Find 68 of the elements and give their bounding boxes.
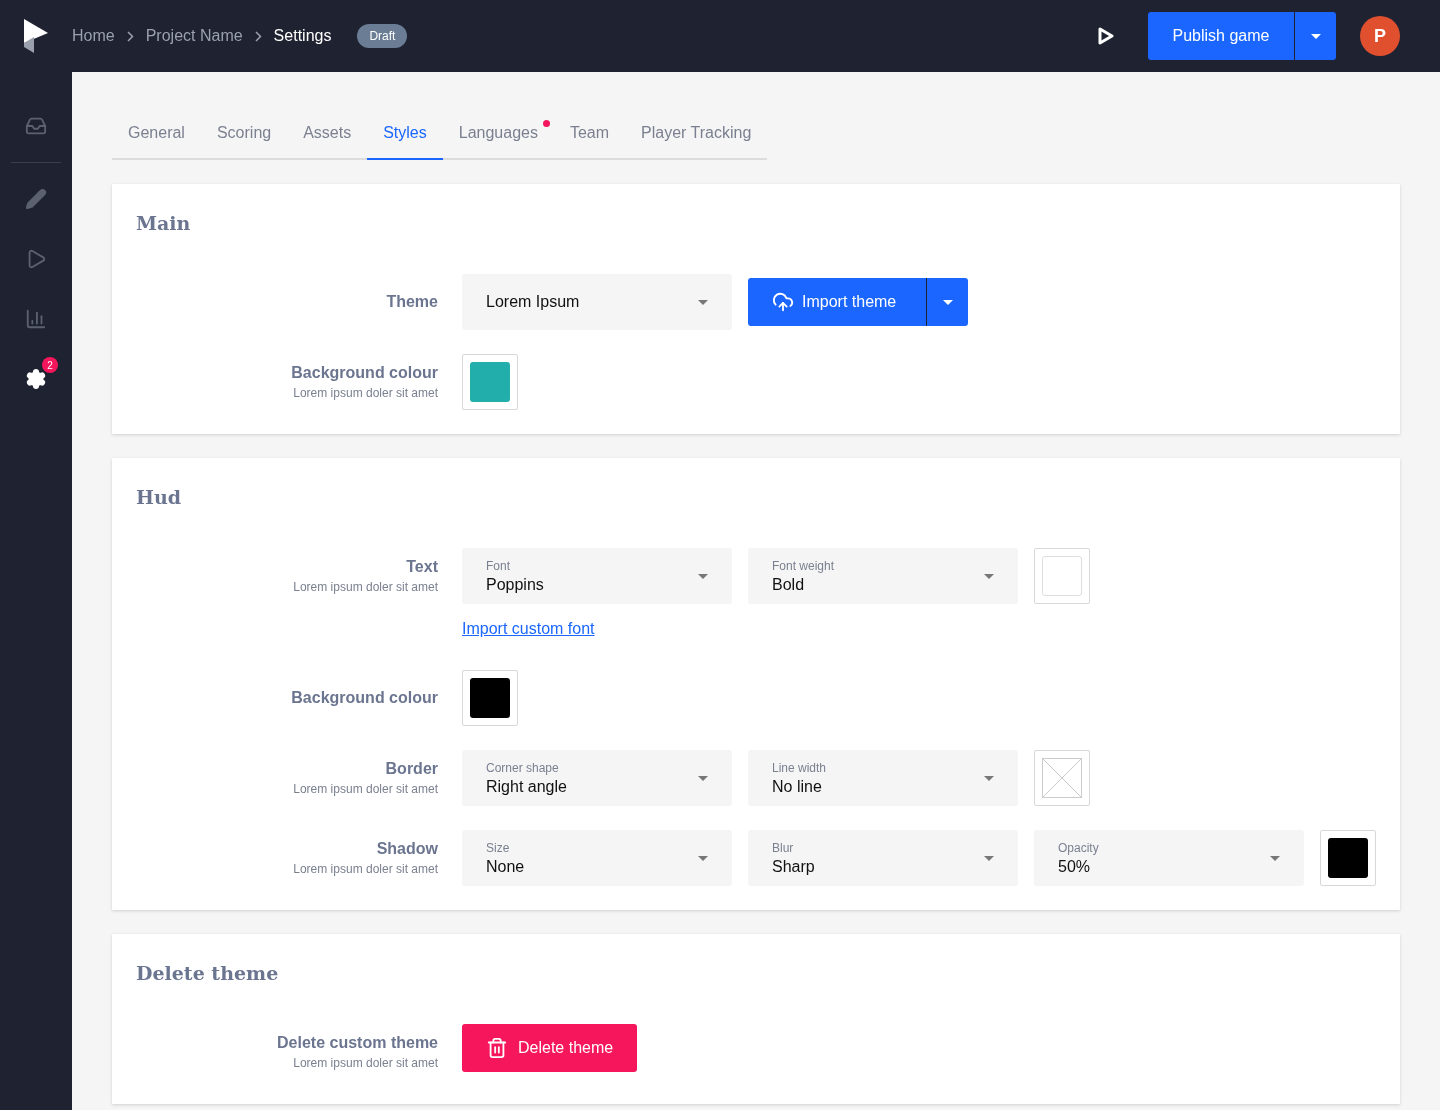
field-hint: Lorem ipsum doler sit amet bbox=[293, 1056, 438, 1070]
status-badge: Draft bbox=[357, 24, 408, 48]
settings-tab[interactable]: Styles bbox=[367, 110, 443, 160]
caret-icon bbox=[698, 573, 708, 579]
cloud-upload-icon bbox=[772, 291, 794, 313]
field-label: Background colour bbox=[291, 364, 438, 382]
field-hint: Lorem ipsum doler sit amet bbox=[293, 386, 438, 400]
dropdown-toggle-button[interactable] bbox=[1294, 12, 1336, 60]
caret-icon bbox=[942, 299, 953, 305]
dropdown-field[interactable]: Line width No line bbox=[748, 750, 1018, 806]
delete-button[interactable]: Delete theme bbox=[462, 1024, 638, 1072]
caret-icon bbox=[698, 855, 708, 861]
dropdown-field[interactable]: Lorem Ipsum bbox=[462, 274, 732, 330]
field-hint: Lorem ipsum doler sit amet bbox=[293, 580, 438, 594]
settings-tab[interactable]: Player Tracking bbox=[625, 110, 768, 160]
field-label: Theme bbox=[386, 293, 438, 311]
pencil-icon bbox=[25, 188, 47, 210]
caret-icon bbox=[1270, 855, 1280, 861]
settings-tab[interactable]: Team bbox=[553, 110, 626, 160]
trash-icon bbox=[486, 1037, 508, 1059]
field-label: Border bbox=[385, 760, 438, 778]
empty-color-swatch[interactable] bbox=[1034, 750, 1090, 806]
color-swatch[interactable] bbox=[462, 354, 518, 410]
section-title: Main bbox=[136, 212, 192, 234]
dropdown-field[interactable]: Size None bbox=[462, 830, 732, 886]
color-swatch[interactable] bbox=[1034, 548, 1090, 604]
field-hint: Lorem ipsum doler sit amet bbox=[293, 862, 438, 876]
field-label: Delete custom theme bbox=[277, 1034, 438, 1052]
settings-tab[interactable]: Assets bbox=[287, 110, 368, 160]
bar-chart-icon bbox=[25, 308, 47, 330]
caret-icon bbox=[1310, 33, 1321, 39]
dropdown-toggle-button[interactable] bbox=[926, 278, 968, 326]
chevron-right-icon bbox=[126, 30, 134, 42]
user-avatar[interactable]: P bbox=[1360, 16, 1400, 56]
caret-icon bbox=[984, 573, 994, 579]
sidebar-nav-button[interactable]: 2 bbox=[14, 357, 58, 401]
dropdown-field[interactable]: Opacity 50% bbox=[1034, 830, 1304, 886]
breadcrumb-link[interactable]: Project Name bbox=[145, 27, 243, 45]
dropdown-field[interactable]: Corner shape Right angle bbox=[462, 750, 732, 806]
color-swatch[interactable] bbox=[462, 670, 518, 726]
section-title: Hud bbox=[136, 486, 183, 508]
settings-tab[interactable]: Scoring bbox=[200, 110, 288, 160]
field-label: Shadow bbox=[376, 840, 438, 858]
dropdown-field[interactable]: Font weight Bold bbox=[748, 548, 1018, 604]
inbox-icon bbox=[25, 115, 47, 137]
field-hint: Lorem ipsum doler sit amet bbox=[293, 782, 438, 796]
caret-icon bbox=[698, 775, 708, 781]
field-label: Background colour bbox=[291, 689, 438, 707]
color-swatch[interactable] bbox=[1320, 830, 1376, 886]
play-icon[interactable] bbox=[1098, 27, 1114, 45]
chevron-right-icon bbox=[254, 30, 262, 42]
dropdown-field[interactable]: Font Poppins bbox=[462, 548, 732, 604]
field-label: Text bbox=[406, 558, 438, 576]
publish-button[interactable]: Publish game bbox=[1148, 12, 1294, 60]
section-title: Delete theme bbox=[136, 962, 280, 984]
settings-tab[interactable]: General bbox=[112, 110, 201, 160]
import-font-link[interactable]: Import custom font bbox=[462, 620, 595, 638]
caret-icon bbox=[984, 775, 994, 781]
settings-tab[interactable]: Languages bbox=[442, 110, 554, 160]
import-button[interactable]: Import theme bbox=[748, 278, 926, 326]
breadcrumb-link[interactable]: Home bbox=[72, 27, 115, 45]
caret-icon bbox=[984, 855, 994, 861]
breadcrumb-link[interactable]: Settings bbox=[273, 27, 332, 45]
settings-icon bbox=[25, 368, 47, 390]
notification-badge: 2 bbox=[42, 357, 58, 373]
logo-icon bbox=[24, 19, 48, 53]
caret-icon bbox=[698, 299, 708, 305]
dropdown-field[interactable]: Blur Sharp bbox=[748, 830, 1018, 886]
